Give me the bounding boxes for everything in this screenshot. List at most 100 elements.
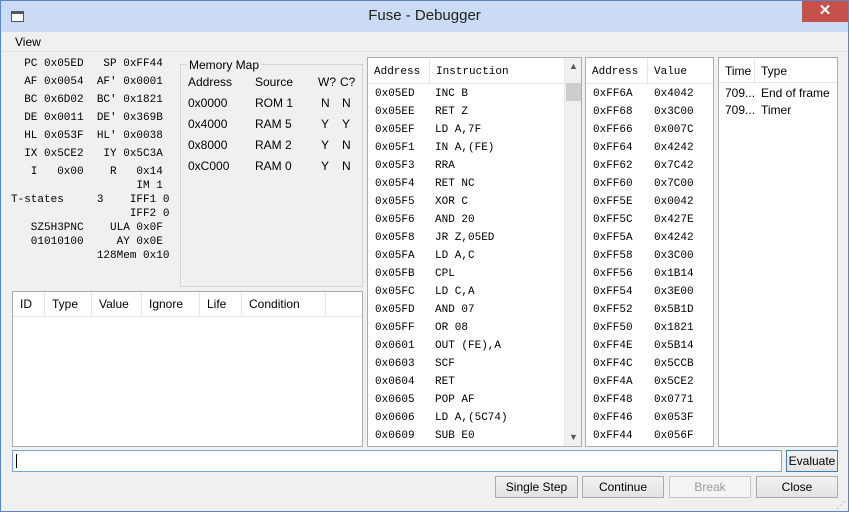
stack-column-address[interactable]: Address [586, 58, 648, 84]
disassembly-row[interactable]: 0x05F5 XOR C [368, 193, 581, 211]
memory-map-source: RAM 2 [255, 138, 292, 152]
memory-map-header-writable: W? [318, 75, 336, 89]
window-close-button[interactable]: ✕ [802, 1, 848, 22]
disassembly-column-address[interactable]: Address [368, 58, 430, 84]
stack-row[interactable]: 0xFF46 0x053F [586, 409, 713, 427]
breakpoints-column-type[interactable]: Type [45, 292, 92, 317]
disassembly-row[interactable]: 0x05FA LD A,C [368, 247, 581, 265]
disassembly-address: 0x0604 [375, 376, 415, 388]
disassembly-scrollbar[interactable]: ▲ ▼ [564, 58, 581, 446]
debugger-window: Fuse - Debugger ✕ View PC 0x05ED SP 0xFF… [0, 0, 849, 512]
disassembly-list[interactable]: Address Instruction 0x05ED INC B 0x05EE RET… [367, 57, 582, 447]
stack-row[interactable]: 0xFF5C 0x427E [586, 211, 713, 229]
breakpoints-column-id[interactable]: ID [13, 292, 45, 317]
scroll-thumb[interactable] [566, 83, 581, 101]
events-column-type[interactable]: Type [755, 58, 837, 83]
stack-row[interactable]: 0xFF54 0x3E00 [586, 283, 713, 301]
disassembly-instruction: IN A,(FE) [435, 142, 495, 154]
stack-value: 0x007C [654, 124, 694, 136]
disassembly-row[interactable]: 0x0603 SCF [368, 355, 581, 373]
stack-value: 0x427E [654, 214, 694, 226]
events-column-time[interactable]: Time [719, 58, 755, 83]
event-row[interactable]: 709... Timer [719, 101, 837, 118]
disassembly-row[interactable]: 0x05FF OR 08 [368, 319, 581, 337]
stack-row[interactable]: 0xFF4A 0x5CE2 [586, 373, 713, 391]
stack-row[interactable]: 0xFF60 0x7C00 [586, 175, 713, 193]
disassembly-row[interactable]: 0x05F3 RRA [368, 157, 581, 175]
single-step-button[interactable]: Single Step [495, 476, 578, 498]
disassembly-instruction: RET NC [435, 178, 475, 190]
disassembly-instruction: AND 07 [435, 304, 475, 316]
breakpoints-column-life[interactable]: Life [200, 292, 242, 317]
event-row[interactable]: 709... End of frame [719, 84, 837, 101]
disassembly-row[interactable]: 0x05F6 AND 20 [368, 211, 581, 229]
stack-row[interactable]: 0xFF5A 0x4242 [586, 229, 713, 247]
break-button[interactable]: Break [669, 476, 751, 498]
evaluate-input[interactable] [12, 450, 782, 472]
scroll-down-arrow-icon[interactable]: ▼ [565, 429, 581, 446]
disassembly-row[interactable]: 0x05FC LD C,A [368, 283, 581, 301]
disassembly-row[interactable]: 0x05F8 JR Z,05ED [368, 229, 581, 247]
breakpoints-column-ignore[interactable]: Ignore [142, 292, 200, 317]
scroll-up-arrow-icon[interactable]: ▲ [565, 58, 581, 75]
disassembly-row[interactable]: 0x05F1 IN A,(FE) [368, 139, 581, 157]
stack-row[interactable]: 0xFF62 0x7C42 [586, 157, 713, 175]
disassembly-row[interactable]: 0x05EE RET Z [368, 103, 581, 121]
breakpoints-column-condition[interactable]: Condition [242, 292, 326, 317]
text-caret [16, 454, 17, 468]
disassembly-row[interactable]: 0x05EF LD A,7F [368, 121, 581, 139]
memory-map-header-source: Source [255, 75, 294, 89]
disassembly-instruction: XOR C [435, 196, 469, 208]
breakpoints-column-value[interactable]: Value [92, 292, 142, 317]
stack-row[interactable]: 0xFF4C 0x5CCB [586, 355, 713, 373]
stack-row[interactable]: 0xFF58 0x3C00 [586, 247, 713, 265]
stack-row[interactable]: 0xFF50 0x1821 [586, 319, 713, 337]
stack-row[interactable]: 0xFF5E 0x0042 [586, 193, 713, 211]
disassembly-address: 0x0609 [375, 430, 415, 442]
stack-row[interactable]: 0xFF6A 0x4042 [586, 85, 713, 103]
event-type: Timer [761, 103, 792, 117]
disassembly-row[interactable]: 0x05F4 RET NC [368, 175, 581, 193]
stack-list[interactable]: Address Value 0xFF6A 0x4042 0xFF68 0x3C00 0x… [585, 57, 714, 447]
disassembly-instruction: RRA [435, 160, 455, 172]
continue-button[interactable]: Continue [582, 476, 664, 498]
close-button[interactable]: Close [756, 476, 838, 498]
disassembly-row[interactable]: 0x0601 OUT (FE),A [368, 337, 581, 355]
disassembly-instruction: AND 20 [435, 214, 475, 226]
menu-view[interactable]: View [15, 35, 41, 49]
stack-row[interactable]: 0xFF52 0x5B1D [586, 301, 713, 319]
stack-value: 0x4242 [654, 232, 694, 244]
stack-row[interactable]: 0xFF56 0x1B14 [586, 265, 713, 283]
disassembly-row[interactable]: 0x0606 LD A,(5C74) [368, 409, 581, 427]
disassembly-row[interactable]: 0x0605 POP AF [368, 391, 581, 409]
events-list[interactable]: Time Type 709... End of frame 709... Timer [718, 57, 838, 447]
disassembly-instruction: POP AF [435, 394, 475, 406]
breakpoints-list[interactable]: ID Type Value Ignore Life Condition [12, 291, 363, 447]
stack-value: 0x056F [654, 430, 694, 442]
disassembly-row[interactable]: 0x05FD AND 07 [368, 301, 581, 319]
disassembly-row[interactable]: 0x0609 SUB E0 [368, 427, 581, 445]
memory-map-header-contended: C? [340, 75, 356, 89]
disassembly-row[interactable]: 0x05FB CPL [368, 265, 581, 283]
disassembly-instruction: SUB E0 [435, 430, 475, 442]
stack-address: 0xFF50 [593, 322, 633, 334]
disassembly-instruction: LD A,7F [435, 124, 482, 136]
disassembly-address: 0x05FD [375, 304, 415, 316]
stack-row[interactable]: 0xFF68 0x3C00 [586, 103, 713, 121]
evaluate-button[interactable]: Evaluate [786, 450, 838, 472]
memory-map-address: 0x0000 [188, 96, 228, 110]
stack-row[interactable]: 0xFF66 0x007C [586, 121, 713, 139]
resize-grip[interactable] [836, 499, 846, 511]
disassembly-row[interactable]: 0x0604 RET [368, 373, 581, 391]
stack-row[interactable]: 0xFF48 0x0771 [586, 391, 713, 409]
memory-map-writable: Y [321, 117, 330, 131]
disassembly-row[interactable]: 0x05ED INC B [368, 85, 581, 103]
stack-row[interactable]: 0xFF44 0x056F [586, 427, 713, 445]
stack-value: 0x3C00 [654, 106, 694, 118]
disassembly-address: 0x05FF [375, 322, 415, 334]
stack-row[interactable]: 0xFF64 0x4242 [586, 139, 713, 157]
stack-column-value[interactable]: Value [648, 58, 713, 84]
stack-row[interactable]: 0xFF4E 0x5B14 [586, 337, 713, 355]
disassembly-column-instruction[interactable]: Instruction [430, 58, 566, 84]
disassembly-address: 0x05FA [375, 250, 415, 262]
